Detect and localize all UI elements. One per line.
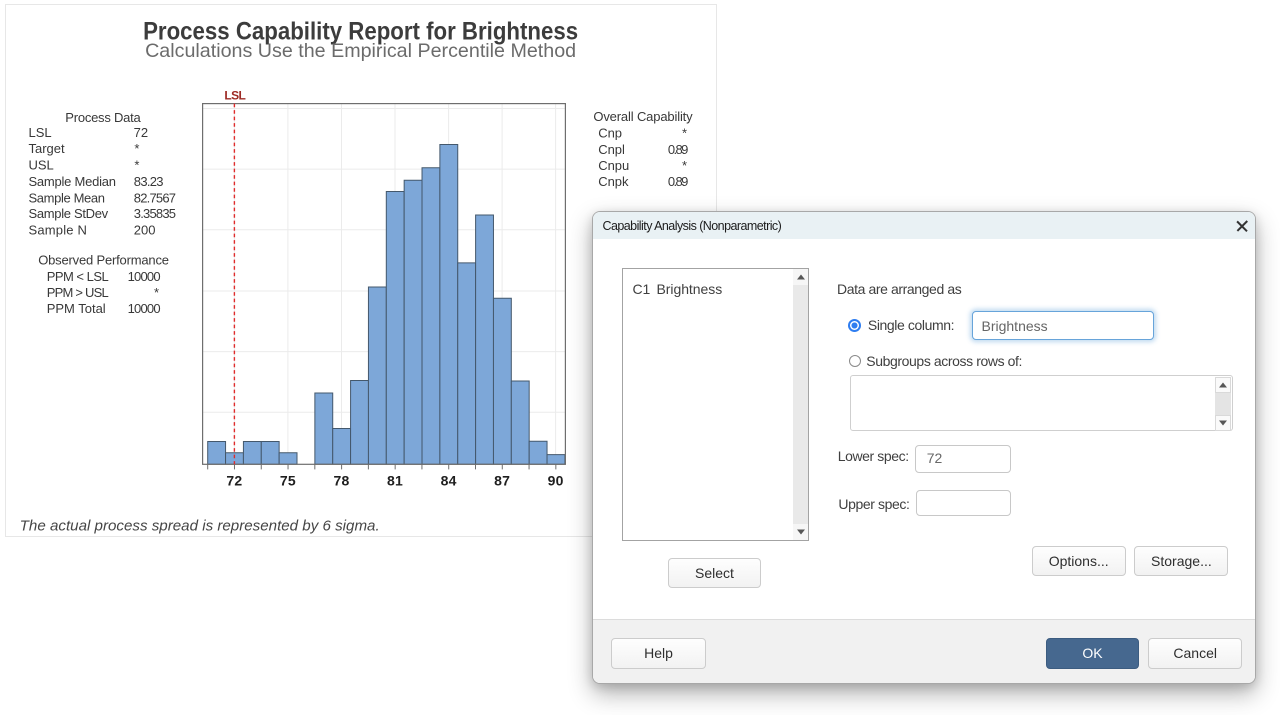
svg-text:Cnp: Cnp (598, 126, 622, 141)
svg-text:3.35835: 3.35835 (134, 206, 176, 221)
svg-text:PPM < LSL: PPM < LSL (47, 269, 109, 284)
svg-text:*: * (134, 141, 139, 156)
svg-text:Cnpl: Cnpl (598, 142, 625, 157)
svg-text:Sample Mean: Sample Mean (29, 190, 106, 205)
svg-text:PPM Total: PPM Total (47, 301, 106, 316)
svg-text:84: 84 (441, 473, 457, 489)
svg-text:*: * (134, 157, 139, 172)
svg-text:LSL: LSL (29, 125, 52, 140)
svg-text:LSL: LSL (224, 89, 245, 103)
svg-text:*: * (682, 158, 687, 173)
svg-text:0.89: 0.89 (668, 174, 689, 189)
svg-text:75: 75 (280, 473, 296, 489)
svg-text:*: * (682, 126, 687, 141)
svg-text:10000: 10000 (128, 301, 161, 316)
svg-text:Sample Median: Sample Median (29, 174, 117, 189)
svg-text:PPM > USL: PPM > USL (47, 285, 109, 300)
svg-text:Sample StDev: Sample StDev (29, 206, 109, 221)
svg-text:81: 81 (387, 473, 403, 489)
svg-text:82.7567: 82.7567 (134, 190, 176, 205)
svg-text:200: 200 (134, 222, 156, 237)
svg-text:83.23: 83.23 (134, 174, 164, 189)
svg-text:Cnpu: Cnpu (598, 158, 629, 173)
svg-text:Process Data: Process Data (65, 110, 141, 125)
svg-text:78: 78 (334, 473, 350, 489)
svg-text:0.89: 0.89 (668, 142, 689, 157)
svg-text:USL: USL (29, 157, 54, 172)
svg-text:87: 87 (494, 473, 510, 489)
svg-text:Cnpk: Cnpk (598, 174, 629, 189)
svg-text:Target: Target (29, 141, 66, 156)
svg-text:72: 72 (226, 473, 242, 489)
svg-text:The actual process spread is r: The actual process spread is represented… (20, 518, 380, 535)
svg-text:Observed Performance: Observed Performance (38, 252, 169, 267)
svg-text:Sample N: Sample N (29, 222, 87, 237)
svg-text:90: 90 (548, 473, 564, 489)
svg-text:10000: 10000 (128, 269, 161, 284)
svg-text:72: 72 (134, 125, 148, 140)
svg-text:*: * (154, 285, 159, 300)
svg-text:Calculations Use the Empirical: Calculations Use the Empirical Percentil… (145, 40, 576, 62)
svg-text:Overall Capability: Overall Capability (593, 109, 693, 124)
